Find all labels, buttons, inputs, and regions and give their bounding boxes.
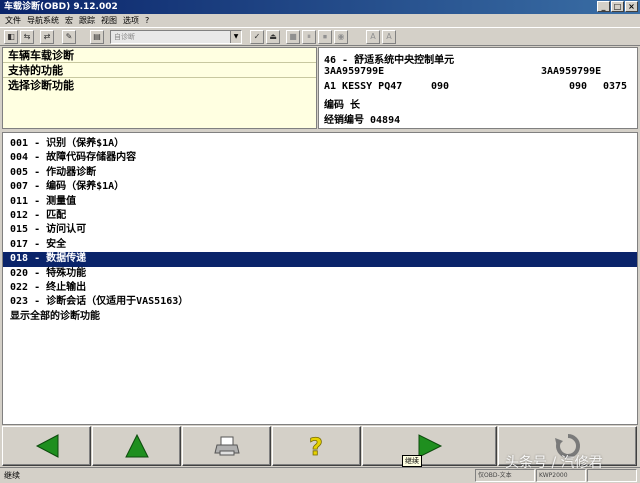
maximize-button[interactable]: □ xyxy=(611,1,624,12)
function-list-item[interactable]: 015 - 访问认可 xyxy=(3,223,637,237)
toolbar-list-icon[interactable]: ▤ xyxy=(90,30,104,44)
menu-help[interactable]: ? xyxy=(142,14,152,27)
toolbar-open-icon[interactable]: ◧ xyxy=(4,30,18,44)
menu-trace[interactable]: 跟踪 xyxy=(76,14,98,27)
toolbar-transfer-icon[interactable]: ⇄ xyxy=(40,30,54,44)
ecu-code-label: 编码 长 xyxy=(324,100,361,111)
toolbar-pause-icon[interactable]: ⏸ xyxy=(302,30,316,44)
status-text: 继续 xyxy=(4,471,20,480)
breadcrumb-panel: 车辆车载诊断 支持的功能 选择诊断功能 xyxy=(2,47,317,129)
menu-options[interactable]: 选项 xyxy=(120,14,142,27)
function-list: 001 - 识别（保养$1A） 004 - 故障代码存储器内容 005 - 作动器诊… xyxy=(2,132,638,425)
ecu-coding-b: 090 xyxy=(569,81,588,92)
function-list-item[interactable]: 018 - 数据传递 xyxy=(3,252,637,267)
ecu-coding-c: 0375 xyxy=(603,81,628,92)
ecu-title: 46 - 舒适系统中央控制单元 xyxy=(324,55,455,66)
function-list-item[interactable]: 004 - 故障代码存储器内容 xyxy=(3,151,637,165)
help-button[interactable]: ? xyxy=(272,426,361,466)
ecu-system-name: A1 KESSY PQ47 xyxy=(324,81,403,92)
back-button[interactable] xyxy=(2,426,91,466)
function-list-item[interactable]: 020 - 特殊功能 xyxy=(3,267,637,281)
mode-select[interactable]: 自诊断 ▼ xyxy=(110,30,242,44)
toolbar-record-icon[interactable]: ■ xyxy=(286,30,300,44)
menu-view[interactable]: 视图 xyxy=(98,14,120,27)
function-list-item[interactable]: 023 - 诊断会话（仅适用于VAS5163） xyxy=(3,295,637,309)
toolbar-edit-icon[interactable]: ✎ xyxy=(62,30,76,44)
function-list-item[interactable]: 012 - 匹配 xyxy=(3,209,637,223)
next-button[interactable] xyxy=(362,426,497,466)
toolbar-font-down-icon[interactable]: A xyxy=(382,30,396,44)
breadcrumb-supported-functions[interactable]: 支持的功能 xyxy=(3,63,316,78)
help-icon: ? xyxy=(308,433,323,459)
toolbar-connect-icon[interactable]: ⇆ xyxy=(20,30,34,44)
ecu-part-number: 3AA959799E xyxy=(324,66,385,77)
title-bar: 车载诊断(OBD) 9.12.002 _ □ × xyxy=(0,0,640,14)
function-list-item[interactable]: 017 - 安全 xyxy=(3,238,637,252)
window-title: 车载诊断(OBD) 9.12.002 xyxy=(4,2,118,12)
toolbar-stop-icon[interactable]: ⏹ xyxy=(318,30,332,44)
ecu-coding-a: 090 xyxy=(431,81,450,92)
ecu-part-number-right: 3AA959799E xyxy=(541,66,602,77)
menu-file[interactable]: 文件 xyxy=(2,14,24,27)
toolbar-play-icon[interactable]: ◉ xyxy=(334,30,348,44)
menu-navigation[interactable]: 导航系统 xyxy=(24,14,62,27)
window-controls: _ □ × xyxy=(597,1,638,12)
up-arrow-icon xyxy=(124,433,149,458)
menu-bar: 文件 导航系统 宏 跟踪 视图 选项 ? xyxy=(0,14,640,27)
menu-macro[interactable]: 宏 xyxy=(62,14,76,27)
next-tooltip: 继续 xyxy=(402,455,422,467)
function-list-item[interactable]: 显示全部的诊断功能 xyxy=(3,310,637,324)
print-button[interactable] xyxy=(182,426,271,466)
watermark: 头条号 / 汽修君 xyxy=(505,455,603,471)
back-arrow-icon xyxy=(35,434,58,458)
printer-icon xyxy=(213,436,240,456)
toolbar: ◧ ⇆ ⇄ ✎ ▤ 自诊断 ▼ ✓ ⏏ ■ ⏸ ⏹ ◉ A A xyxy=(0,27,640,46)
toolbar-font-up-icon[interactable]: A xyxy=(366,30,380,44)
function-list-item[interactable]: 022 - 终止输出 xyxy=(3,281,637,295)
toolbar-check-icon[interactable]: ✓ xyxy=(250,30,264,44)
svg-text:?: ? xyxy=(309,433,323,459)
breadcrumb-vehicle-obd[interactable]: 车辆车载诊断 xyxy=(3,48,316,63)
breadcrumb-select-function[interactable]: 选择诊断功能 xyxy=(3,78,316,93)
chevron-down-icon[interactable]: ▼ xyxy=(230,31,241,43)
function-list-item[interactable]: 007 - 编码（保养$1A） xyxy=(3,180,637,194)
toolbar-eject-icon[interactable]: ⏏ xyxy=(266,30,280,44)
minimize-button[interactable]: _ xyxy=(597,1,610,12)
ecu-info-panel: 46 - 舒适系统中央控制单元 3AA959799E 3AA959799E A1… xyxy=(318,47,638,129)
ecu-dealer-number: 经销编号 04894 xyxy=(324,115,401,126)
close-button[interactable]: × xyxy=(625,1,638,12)
function-list-item[interactable]: 011 - 测量值 xyxy=(3,195,637,209)
function-list-item[interactable]: 001 - 识别（保养$1A） xyxy=(3,137,637,151)
function-list-item[interactable]: 005 - 作动器诊断 xyxy=(3,166,637,180)
mode-select-value: 自诊断 xyxy=(114,33,135,41)
up-button[interactable] xyxy=(92,426,181,466)
